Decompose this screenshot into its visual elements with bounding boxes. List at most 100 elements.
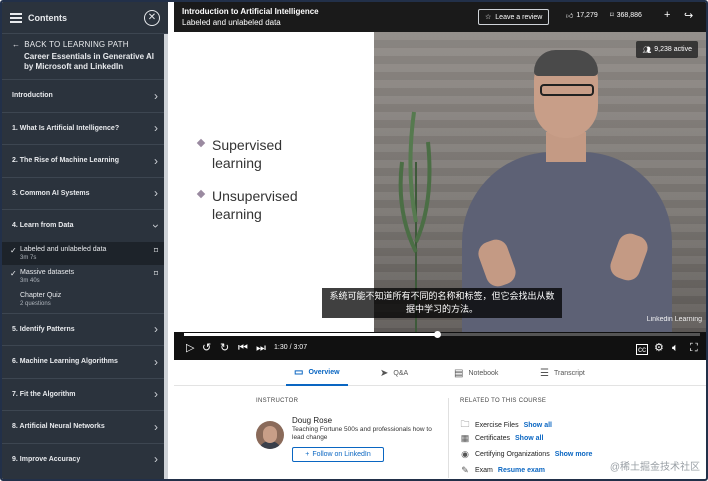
fullscreen-icon[interactable]: ⛶ (690, 341, 698, 355)
check-icon: ✓ (10, 245, 17, 255)
chevron-right-icon: › (154, 452, 158, 467)
lesson-duration: 2 questions (20, 300, 51, 307)
tab-qa[interactable]: ➤ Q&A (380, 360, 408, 386)
send-icon: ➤ (380, 367, 389, 379)
chevron-down-icon: › (149, 223, 163, 228)
sidebar-item-chapter-1[interactable]: 1. What Is Artificial Intelligence? › (2, 111, 168, 145)
chevron-right-icon: › (154, 186, 158, 201)
follow-linkedin-button[interactable]: + Follow on LinkedIn (292, 447, 384, 462)
lesson-labeled-data[interactable]: ✓ Labeled and unlabeled data 3m 7s ⌑ (2, 241, 168, 265)
diamond-bullet-icon (196, 138, 206, 148)
chevron-right-icon: › (154, 354, 158, 369)
diamond-bullet-icon (196, 189, 206, 199)
sidebar-item-chapter-6[interactable]: 6. Machine Learning Algorithms › (2, 345, 168, 378)
sidebar-item-chapter-5[interactable]: 5. Identify Patterns › (2, 312, 168, 346)
instructor-bio: Teaching Fortune 500s and professionals … (292, 426, 432, 441)
next-icon[interactable]: ⏭︎ (256, 341, 266, 355)
overview-icon: ▭ (294, 366, 304, 378)
sidebar-header: Contents ✕ (2, 2, 168, 34)
glasses-icon (540, 84, 594, 96)
chevron-right-icon: › (154, 121, 158, 136)
sidebar-item-chapter-3[interactable]: 3. Common AI Systems › (2, 176, 168, 210)
plus-icon[interactable]: + (664, 9, 670, 21)
forward-10-icon[interactable]: ↻ (220, 341, 229, 355)
thumbs-up-icon: 👍︎ (566, 13, 574, 20)
related-exercise-files: 🗀 Exercise Files Show all (460, 417, 552, 433)
like-button[interactable]: 👍︎ 17,279 (566, 11, 598, 20)
sidebar-item-chapter-2[interactable]: 2. The Rise of Machine Learning › (2, 144, 168, 177)
instructor-heading: INSTRUCTOR (256, 398, 299, 404)
video-subtitle: 系统可能不知道所有不同的名称和标签，但它会找出从数据中学习的方法。 (322, 288, 562, 318)
related-exam: ✎ Exam Resume exam (461, 465, 545, 475)
lesson-chapter-quiz[interactable]: Chapter Quiz 2 questions (2, 288, 168, 313)
sidebar-item-introduction[interactable]: Introduction › (2, 79, 168, 112)
save-count: 368,886 (616, 11, 642, 19)
bookmark-icon[interactable]: ⌑ (154, 246, 158, 261)
sidebar-item-label: 4. Learn from Data (12, 222, 74, 230)
lesson-name: Labeled and unlabeled data (182, 18, 281, 27)
sidebar-item-chapter-7[interactable]: 7. Fit the Algorithm › (2, 377, 168, 411)
show-more-link[interactable]: Show more (555, 451, 593, 458)
lesson-title: Chapter Quiz (20, 291, 62, 299)
leave-review-button[interactable]: ☆ Leave a review (478, 9, 550, 25)
instructor-name[interactable]: Doug Rose (292, 416, 332, 425)
sidebar-item-chapter-8[interactable]: 8. Artificial Neural Networks › (2, 410, 168, 443)
badge-icon: ◉ (461, 449, 469, 459)
show-all-link[interactable]: Show all (524, 422, 552, 429)
sidebar-item-chapter-4[interactable]: 4. Learn from Data › (2, 209, 168, 242)
slide-bullet: Unsupervised learning (196, 187, 332, 223)
related-section: RELATED TO THIS COURSE 🗀 Exercise Files Sh… (460, 398, 700, 475)
lesson-title: Massive datasets (20, 268, 75, 276)
sidebar-item-label: 1. What Is Artificial Intelligence? (12, 124, 120, 132)
lecture-slide: Supervised learning Unsupervised learnin… (174, 32, 374, 332)
bookmark-icon[interactable]: ⌑ (154, 269, 158, 284)
tab-notebook[interactable]: ▤ Notebook (454, 360, 498, 386)
show-all-link[interactable]: Show all (515, 435, 543, 442)
sidebar-scrollbar[interactable] (164, 34, 168, 479)
active-viewers-badge: 👥︎ 9,238 active (636, 41, 698, 58)
sidebar-item-label: 9. Improve Accuracy (12, 455, 81, 463)
section-divider (448, 398, 449, 478)
related-certifying-orgs: ◉ Certifying Organizations Show more (461, 449, 593, 459)
certificate-icon: ▦ (460, 433, 470, 443)
captions-icon[interactable]: cc (636, 344, 648, 355)
people-icon: 👥︎ (642, 46, 652, 54)
lesson-tabs: ▭ Overview ➤ Q&A ▤ Notebook ☰ Transcript (174, 360, 706, 386)
share-icon[interactable]: ↪ (684, 9, 693, 22)
lesson-duration: 3m 40s (20, 277, 40, 284)
previous-icon[interactable]: ⏮︎ (238, 341, 248, 355)
bookmark-icon: ⌑ (610, 12, 614, 19)
play-icon[interactable]: ▷ (186, 341, 194, 355)
app-window: Contents ✕ ← BACK TO LEARNING PATH Career… (0, 0, 708, 481)
save-button[interactable]: ⌑ 368,886 (610, 11, 642, 20)
sidebar-item-label: Introduction (12, 92, 53, 100)
volume-icon[interactable]: 🔈︎ (672, 341, 679, 355)
linkedin-learning-watermark: Linkedin Learning (646, 316, 702, 323)
video-player[interactable]: Supervised learning Unsupervised learnin… (174, 32, 706, 360)
progress-knob[interactable] (433, 331, 441, 338)
video-header: Introduction to Artificial Intelligence … (174, 2, 706, 32)
sidebar-title: Contents (28, 12, 67, 23)
playback-time: 1:30 / 3:07 (274, 344, 308, 351)
chevron-right-icon: › (154, 153, 158, 168)
rewind-10-icon[interactable]: ↺ (202, 341, 211, 355)
transcript-icon: ☰ (540, 367, 549, 379)
course-name: Introduction to Artificial Intelligence (182, 7, 319, 16)
related-certificates: ▦ Certificates Show all (460, 433, 544, 443)
slide-bullet: Supervised learning (196, 136, 332, 172)
close-icon[interactable]: ✕ (144, 9, 160, 26)
tab-transcript[interactable]: ☰ Transcript (540, 360, 585, 386)
tab-overview[interactable]: ▭ Overview (286, 360, 348, 386)
lesson-massive-datasets[interactable]: ✓ Massive datasets 3m 40s ⌑ (2, 265, 168, 288)
chevron-right-icon: › (154, 88, 158, 103)
gear-icon[interactable]: ⚙ (654, 341, 664, 355)
pencil-icon: ✎ (461, 465, 469, 475)
folder-icon: 🗀 (460, 419, 470, 429)
back-to-path[interactable]: ← BACK TO LEARNING PATH Career Essentials… (2, 34, 168, 72)
avatar[interactable] (256, 421, 284, 449)
back-label: BACK TO LEARNING PATH (24, 40, 129, 49)
sidebar-item-chapter-9[interactable]: 9. Improve Accuracy › (2, 442, 168, 476)
chevron-right-icon: › (154, 387, 158, 402)
video-progress-bar[interactable] (184, 331, 700, 338)
resume-exam-link[interactable]: Resume exam (498, 467, 545, 474)
